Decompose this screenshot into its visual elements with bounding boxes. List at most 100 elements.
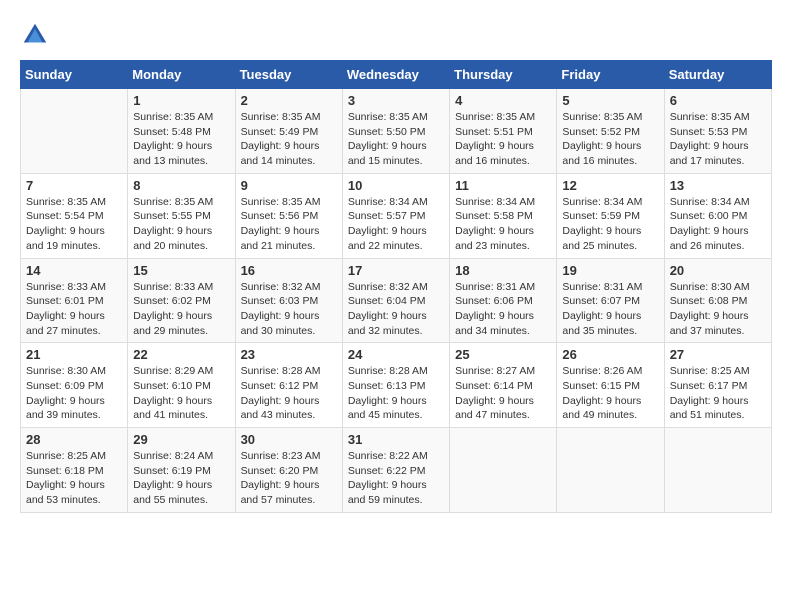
calendar-cell: 12 Sunrise: 8:34 AM Sunset: 5:59 PM Dayli… [557,173,664,258]
day-number: 13 [670,178,766,193]
day-number: 9 [241,178,337,193]
weekday-header: Monday [128,61,235,89]
calendar-cell: 27Sunrise: 8:25 AM Sunset: 6:17 PM Dayli… [664,343,771,428]
day-number: 21 [26,347,122,362]
day-info: Sunrise: 8:28 AM Sunset: 6:12 PM Dayligh… [241,364,337,423]
calendar-cell: 10 Sunrise: 8:34 AM Sunset: 5:57 PM Dayli… [342,173,449,258]
day-info: Sunrise: 8:34 AM Sunset: 5:58 PM Dayligh… [455,195,551,254]
day-number: 1 [133,93,229,108]
day-number: 10 [348,178,444,193]
calendar-cell: 17 Sunrise: 8:32 AM Sunset: 6:04 PM Dayli… [342,258,449,343]
day-number: 2 [241,93,337,108]
day-number: 22 [133,347,229,362]
weekday-header: Sunday [21,61,128,89]
calendar-cell: 28 Sunrise: 8:25 AM Sunset: 6:18 PM Dayli… [21,428,128,513]
weekday-header-row: SundayMondayTuesdayWednesdayThursdayFrid… [21,61,772,89]
day-number: 25 [455,347,551,362]
day-info: Sunrise: 8:25 AM Sunset: 6:17 PM Dayligh… [670,364,766,423]
day-number: 20 [670,263,766,278]
logo-icon [20,20,50,50]
calendar-week-row: 14 Sunrise: 8:33 AM Sunset: 6:01 PM Dayli… [21,258,772,343]
day-info: Sunrise: 8:35 AM Sunset: 5:51 PM Dayligh… [455,110,551,169]
day-number: 11 [455,178,551,193]
day-number: 6 [670,93,766,108]
day-info: Sunrise: 8:23 AM Sunset: 6:20 PM Dayligh… [241,449,337,508]
calendar-week-row: 28 Sunrise: 8:25 AM Sunset: 6:18 PM Dayli… [21,428,772,513]
calendar-cell: 31Sunrise: 8:22 AM Sunset: 6:22 PM Dayli… [342,428,449,513]
day-info: Sunrise: 8:25 AM Sunset: 6:18 PM Dayligh… [26,449,122,508]
day-number: 4 [455,93,551,108]
weekday-header: Saturday [664,61,771,89]
day-info: Sunrise: 8:32 AM Sunset: 6:04 PM Dayligh… [348,280,444,339]
calendar-cell: 15 Sunrise: 8:33 AM Sunset: 6:02 PM Dayli… [128,258,235,343]
day-number: 8 [133,178,229,193]
calendar-week-row: 7 Sunrise: 8:35 AM Sunset: 5:54 PM Daylig… [21,173,772,258]
day-number: 19 [562,263,658,278]
day-number: 7 [26,178,122,193]
day-info: Sunrise: 8:35 AM Sunset: 5:50 PM Dayligh… [348,110,444,169]
calendar-cell: 14 Sunrise: 8:33 AM Sunset: 6:01 PM Dayli… [21,258,128,343]
day-number: 3 [348,93,444,108]
logo [20,20,54,50]
calendar-cell: 23 Sunrise: 8:28 AM Sunset: 6:12 PM Dayli… [235,343,342,428]
day-number: 17 [348,263,444,278]
calendar-cell [21,89,128,174]
day-number: 31 [348,432,444,447]
day-number: 26 [562,347,658,362]
calendar-cell: 24Sunrise: 8:28 AM Sunset: 6:13 PM Dayli… [342,343,449,428]
day-info: Sunrise: 8:34 AM Sunset: 5:59 PM Dayligh… [562,195,658,254]
calendar-cell: 26 Sunrise: 8:26 AM Sunset: 6:15 PM Dayli… [557,343,664,428]
calendar-week-row: 21Sunrise: 8:30 AM Sunset: 6:09 PM Dayli… [21,343,772,428]
calendar-cell: 1Sunrise: 8:35 AM Sunset: 5:48 PM Daylig… [128,89,235,174]
calendar-cell: 30Sunrise: 8:23 AM Sunset: 6:20 PM Dayli… [235,428,342,513]
day-info: Sunrise: 8:29 AM Sunset: 6:10 PM Dayligh… [133,364,229,423]
day-number: 16 [241,263,337,278]
calendar-cell: 13Sunrise: 8:34 AM Sunset: 6:00 PM Dayli… [664,173,771,258]
day-number: 28 [26,432,122,447]
calendar-cell: 18 Sunrise: 8:31 AM Sunset: 6:06 PM Dayli… [450,258,557,343]
day-info: Sunrise: 8:35 AM Sunset: 5:55 PM Dayligh… [133,195,229,254]
weekday-header: Thursday [450,61,557,89]
calendar-cell: 11 Sunrise: 8:34 AM Sunset: 5:58 PM Dayli… [450,173,557,258]
day-info: Sunrise: 8:35 AM Sunset: 5:52 PM Dayligh… [562,110,658,169]
calendar-week-row: 1Sunrise: 8:35 AM Sunset: 5:48 PM Daylig… [21,89,772,174]
day-number: 12 [562,178,658,193]
calendar-cell: 8 Sunrise: 8:35 AM Sunset: 5:55 PM Daylig… [128,173,235,258]
day-info: Sunrise: 8:24 AM Sunset: 6:19 PM Dayligh… [133,449,229,508]
day-number: 15 [133,263,229,278]
calendar-cell [664,428,771,513]
weekday-header: Friday [557,61,664,89]
day-number: 14 [26,263,122,278]
calendar-cell: 21Sunrise: 8:30 AM Sunset: 6:09 PM Dayli… [21,343,128,428]
day-info: Sunrise: 8:33 AM Sunset: 6:02 PM Dayligh… [133,280,229,339]
calendar-cell: 29 Sunrise: 8:24 AM Sunset: 6:19 PM Dayli… [128,428,235,513]
day-info: Sunrise: 8:31 AM Sunset: 6:06 PM Dayligh… [455,280,551,339]
day-info: Sunrise: 8:30 AM Sunset: 6:08 PM Dayligh… [670,280,766,339]
day-info: Sunrise: 8:34 AM Sunset: 5:57 PM Dayligh… [348,195,444,254]
calendar-table: SundayMondayTuesdayWednesdayThursdayFrid… [20,60,772,513]
page-header [20,20,772,50]
day-info: Sunrise: 8:35 AM Sunset: 5:56 PM Dayligh… [241,195,337,254]
calendar-cell: 4 Sunrise: 8:35 AM Sunset: 5:51 PM Daylig… [450,89,557,174]
day-info: Sunrise: 8:32 AM Sunset: 6:03 PM Dayligh… [241,280,337,339]
calendar-cell: 16 Sunrise: 8:32 AM Sunset: 6:03 PM Dayli… [235,258,342,343]
calendar-cell: 20 Sunrise: 8:30 AM Sunset: 6:08 PM Dayli… [664,258,771,343]
calendar-cell [450,428,557,513]
day-number: 23 [241,347,337,362]
day-number: 29 [133,432,229,447]
day-info: Sunrise: 8:35 AM Sunset: 5:49 PM Dayligh… [241,110,337,169]
calendar-cell: 6Sunrise: 8:35 AM Sunset: 5:53 PM Daylig… [664,89,771,174]
day-info: Sunrise: 8:31 AM Sunset: 6:07 PM Dayligh… [562,280,658,339]
weekday-header: Tuesday [235,61,342,89]
day-number: 5 [562,93,658,108]
calendar-cell [557,428,664,513]
day-info: Sunrise: 8:26 AM Sunset: 6:15 PM Dayligh… [562,364,658,423]
day-info: Sunrise: 8:28 AM Sunset: 6:13 PM Dayligh… [348,364,444,423]
calendar-cell: 22 Sunrise: 8:29 AM Sunset: 6:10 PM Dayli… [128,343,235,428]
day-number: 18 [455,263,551,278]
calendar-cell: 7 Sunrise: 8:35 AM Sunset: 5:54 PM Daylig… [21,173,128,258]
day-info: Sunrise: 8:35 AM Sunset: 5:54 PM Dayligh… [26,195,122,254]
day-info: Sunrise: 8:33 AM Sunset: 6:01 PM Dayligh… [26,280,122,339]
day-info: Sunrise: 8:27 AM Sunset: 6:14 PM Dayligh… [455,364,551,423]
weekday-header: Wednesday [342,61,449,89]
